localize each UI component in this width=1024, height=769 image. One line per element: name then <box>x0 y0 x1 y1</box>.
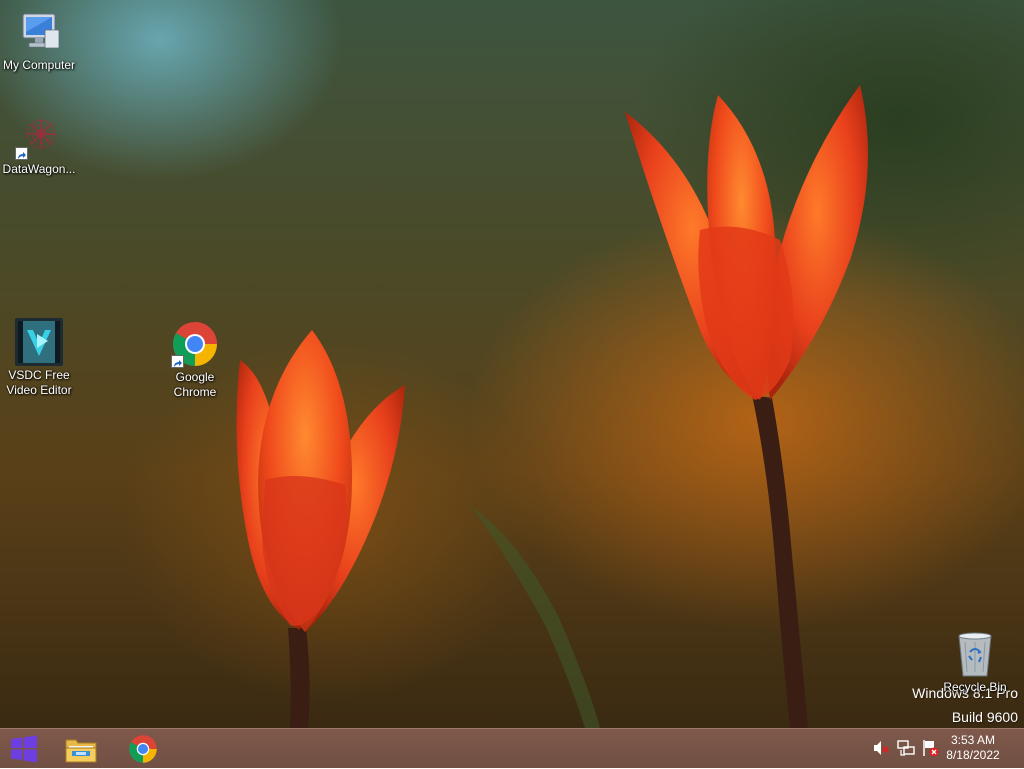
chrome-icon <box>129 734 157 763</box>
desktop-icon-label: My Computer <box>2 58 76 72</box>
shortcut-arrow-icon <box>171 355 184 368</box>
desktop-icon-my-computer[interactable]: My Computer <box>0 8 78 73</box>
volume-muted-icon[interactable] <box>872 739 890 757</box>
desktop-icon-label: VSDC Free Video Editor <box>6 368 72 397</box>
desktop-icon-recycle-bin[interactable]: Recycle Bin <box>936 630 1014 695</box>
recycle-bin-icon <box>951 630 999 678</box>
taskbar-chrome-button[interactable] <box>114 729 172 768</box>
clock-time: 3:53 AM <box>950 733 996 747</box>
desktop-icon-google-chrome[interactable]: Google Chrome <box>156 320 234 400</box>
folder-icon <box>65 739 97 762</box>
desktop-icon-label: Recycle Bin <box>943 680 1007 694</box>
datawagon-icon <box>15 112 63 160</box>
taskbar: 3:53 AM 8/18/2022 <box>0 728 1024 768</box>
computer-icon <box>15 8 63 56</box>
network-icon[interactable] <box>897 739 915 757</box>
vsdc-icon <box>15 318 63 366</box>
wallpaper-tulips <box>236 85 868 728</box>
clock-date: 8/18/2022 <box>946 748 1000 762</box>
desktop-icon-label: Google Chrome <box>173 370 217 399</box>
desktop-icon-datawagon[interactable]: DataWagon... <box>0 112 78 177</box>
chrome-icon <box>171 320 219 368</box>
taskbar-file-explorer-button[interactable] <box>52 729 110 768</box>
windows-logo-icon <box>11 735 37 763</box>
desktop[interactable]: My Computer DataWagon... VSDC Free Video… <box>0 0 1024 728</box>
shortcut-arrow-icon <box>15 147 28 160</box>
desktop-icon-label: DataWagon... <box>2 162 76 176</box>
desktop-icon-vsdc[interactable]: VSDC Free Video Editor <box>0 318 78 398</box>
action-center-flag-icon[interactable] <box>921 739 939 757</box>
start-button[interactable] <box>0 729 48 769</box>
taskbar-clock[interactable]: 3:53 AM 8/18/2022 <box>938 733 1008 763</box>
os-watermark-build: Build 9600 <box>951 709 1018 725</box>
